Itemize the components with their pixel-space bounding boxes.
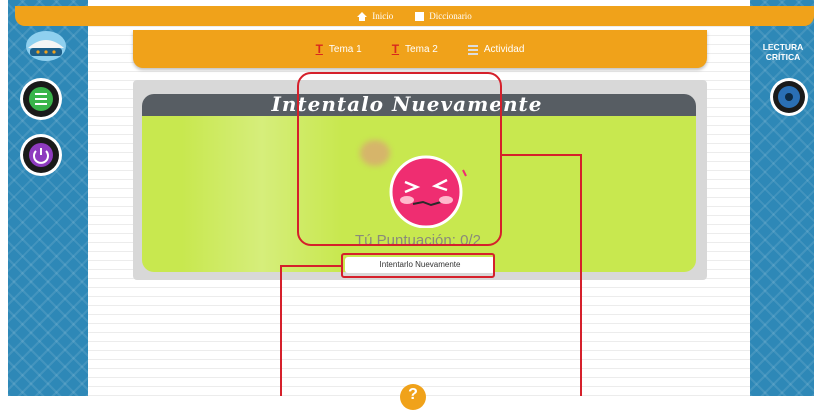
dictionary-icon — [415, 11, 425, 21]
text-t-icon: T — [391, 42, 400, 56]
highlight-box-button — [341, 253, 495, 278]
tab-tema-1[interactable]: T Tema 1 — [316, 42, 362, 56]
annotation-line — [280, 265, 282, 396]
lectura-label-line1: LECTURA — [763, 42, 804, 52]
tab-tema-2[interactable]: T Tema 2 — [392, 42, 438, 56]
activity-icon — [467, 43, 478, 55]
tab-tema-2-label: Tema 2 — [405, 43, 438, 55]
nav-dictionary-label: Diccionario — [429, 11, 472, 21]
boat-logo-icon[interactable] — [22, 26, 70, 64]
power-icon[interactable] — [18, 132, 64, 178]
tab-tema-1-label: Tema 1 — [328, 43, 362, 55]
text-t-icon: T — [315, 42, 323, 56]
lectura-label-line2: CRÍTICA — [766, 52, 800, 62]
lectura-critica-badge[interactable]: LECTURA CRÍTICA — [762, 36, 804, 76]
nav-dictionary[interactable]: Diccionario — [415, 11, 472, 21]
highlight-box-result — [297, 72, 502, 246]
tab-actividad-label: Actividad — [483, 43, 525, 55]
nav-home-label: Inicio — [372, 11, 394, 21]
top-nav-bar: Inicio Diccionario — [15, 6, 814, 26]
annotation-line — [280, 265, 341, 267]
annotation-line — [502, 154, 581, 156]
nav-home[interactable]: Inicio — [357, 11, 393, 21]
tab-actividad[interactable]: Actividad — [467, 43, 525, 55]
section-tabs-bar: T Tema 1 T Tema 2 Actividad — [133, 30, 707, 68]
home-icon — [357, 11, 368, 21]
annotation-line — [580, 154, 582, 396]
help-button[interactable]: ? — [400, 384, 426, 410]
